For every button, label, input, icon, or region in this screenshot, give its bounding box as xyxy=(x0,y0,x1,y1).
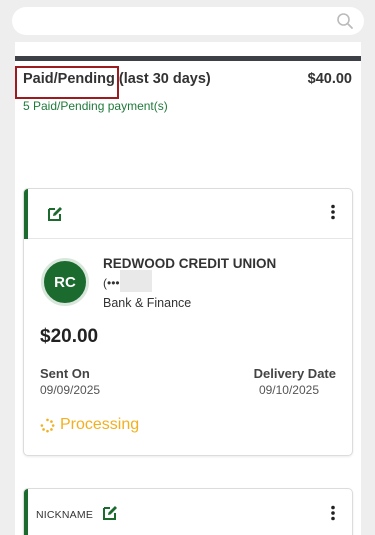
search-bar[interactable] xyxy=(12,7,364,35)
kebab-menu-icon[interactable] xyxy=(330,204,336,220)
payment-card: RC REDWOOD CREDIT UNION (••• Bank & Fina… xyxy=(23,188,353,456)
payment-amount: $20.00 xyxy=(40,326,99,347)
delivery-date-label: Delivery Date xyxy=(253,366,336,381)
card-accent-bar xyxy=(24,489,28,535)
payee-category: Bank & Finance xyxy=(103,296,192,310)
payee-name: REDWOOD CREDIT UNION xyxy=(103,256,277,271)
range-label: (last 30 days) xyxy=(118,71,211,87)
summary-count[interactable]: 5 Paid/Pending payment(s) xyxy=(23,99,168,113)
edit-icon[interactable] xyxy=(46,205,64,223)
sent-on-label: Sent On xyxy=(40,366,90,381)
payee-avatar: RC xyxy=(41,258,89,306)
edit-icon[interactable] xyxy=(101,504,119,522)
card-header xyxy=(24,189,352,239)
nickname-label: NICKNAME xyxy=(36,509,94,521)
kebab-menu-icon[interactable] xyxy=(330,505,336,521)
highlight-box xyxy=(15,66,119,99)
delivery-date-value: 09/10/2025 xyxy=(258,383,319,397)
sent-on-value: 09/09/2025 xyxy=(40,383,101,397)
payment-card-next: NICKNAME xyxy=(23,488,353,535)
payments-panel: Paid/Pending (last 30 days) $40.00 5 Pai… xyxy=(15,42,361,535)
payment-status: Processing xyxy=(60,416,140,433)
panel-top-bar xyxy=(15,56,361,61)
account-number-mask xyxy=(120,270,152,292)
summary-total: $40.00 xyxy=(307,71,352,87)
search-icon[interactable] xyxy=(336,12,354,30)
spinner-icon xyxy=(40,418,55,433)
payee-account: (••• xyxy=(103,276,120,290)
card-accent-bar xyxy=(24,189,28,239)
